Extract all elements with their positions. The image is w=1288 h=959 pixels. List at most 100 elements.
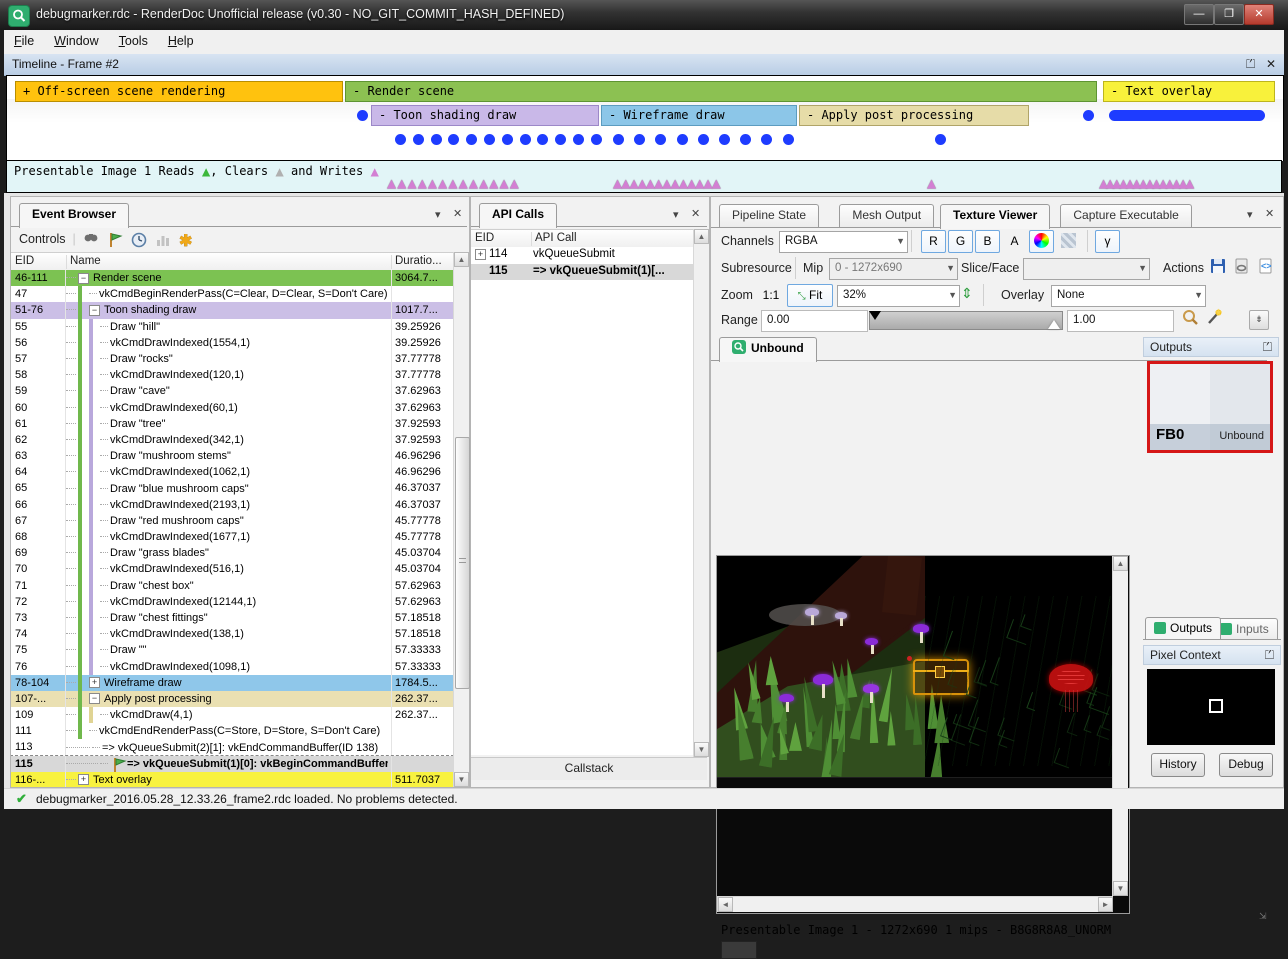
scroll-right-icon[interactable]: ► (1098, 897, 1113, 912)
scroll-up-icon[interactable]: ▲ (1113, 556, 1128, 571)
col-name[interactable]: Name (66, 255, 392, 269)
pin-icon[interactable]: ⏍ (1263, 338, 1272, 357)
scrollbar-thumb[interactable] (455, 437, 470, 689)
sliceface-combo[interactable]: ▼ (1023, 258, 1150, 280)
code-icon[interactable]: <> (1257, 257, 1277, 277)
tab-capture-executable[interactable]: Capture Executable (1060, 204, 1191, 227)
expander-icon[interactable]: + (89, 677, 100, 688)
event-row-115[interactable]: 115=> vkQueueSubmit(1)[0]: vkBeginComman… (11, 756, 453, 772)
pixel-context-view[interactable] (1147, 669, 1275, 745)
viewport-hscrollbar[interactable]: ◄ ► (717, 896, 1113, 912)
magnifier-icon[interactable] (1181, 308, 1201, 328)
panel-menu-icon[interactable]: ▾ (1247, 208, 1253, 221)
range-options-button[interactable]: ⇟ (1249, 310, 1269, 330)
timeline-marker-text-overlay[interactable]: - Text overlay (1103, 81, 1275, 102)
debug-button[interactable]: Debug (1219, 753, 1273, 777)
col-eid[interactable]: EID (471, 232, 532, 246)
timeline-marker-off-screen-scene-rendering[interactable]: + Off-screen scene rendering (15, 81, 343, 102)
menu-window[interactable]: Window (44, 30, 108, 52)
link-icon[interactable] (1233, 257, 1253, 277)
event-row-69[interactable]: 69Draw "grass blades"45.03704 (11, 545, 453, 561)
expander-icon[interactable]: − (89, 693, 100, 704)
scroll-up-icon[interactable]: ▲ (454, 252, 469, 267)
panel-close-icon[interactable]: ✕ (453, 207, 462, 220)
expander-icon[interactable]: + (78, 774, 89, 785)
range-max-input[interactable]: 1.00 (1067, 310, 1174, 332)
event-row-111[interactable]: 111vkCmdEndRenderPass(C=Store, D=Store, … (11, 723, 453, 739)
event-row-70[interactable]: 70vkCmdDrawIndexed(516,1)45.03704 (11, 561, 453, 577)
event-row-67[interactable]: 67Draw "red mushroom caps"45.77778 (11, 513, 453, 529)
event-row-58[interactable]: 58vkCmdDrawIndexed(120,1)37.77778 (11, 367, 453, 383)
event-row-113[interactable]: 113=> vkQueueSubmit(2)[1]: vkEndCommandB… (11, 739, 453, 755)
range-white-handle[interactable] (1048, 320, 1060, 329)
event-row-107-...[interactable]: 107-...−Apply post processing262.37... (11, 691, 453, 707)
close-panel-icon[interactable]: ✕ (1266, 57, 1276, 71)
event-row-47[interactable]: 47vkCmdBeginRenderPass(C=Clear, D=Clear,… (11, 286, 453, 302)
event-row-59[interactable]: 59Draw "cave"37.62963 (11, 383, 453, 399)
api-calls-scrollbar[interactable]: ▲ ▼ (693, 229, 709, 757)
event-row-55[interactable]: 55Draw "hill"39.25926 (11, 319, 453, 335)
event-row-63[interactable]: 63Draw "mushroom stems"46.96296 (11, 448, 453, 464)
panel-close-icon[interactable]: ✕ (691, 207, 700, 220)
panel-menu-icon[interactable]: ▾ (673, 208, 679, 221)
maximize-button[interactable]: ❐ (1214, 4, 1244, 25)
menu-tools[interactable]: Tools (109, 30, 158, 52)
event-row-72[interactable]: 72vkCmdDrawIndexed(12144,1)57.62963 (11, 594, 453, 610)
timeline-marker-apply-post-processing[interactable]: - Apply post processing (799, 105, 1029, 126)
scroll-left-icon[interactable]: ◄ (718, 897, 733, 912)
texture-viewport[interactable]: ▲ ▼ ◄ ► (716, 555, 1130, 914)
event-row-60[interactable]: 60vkCmdDrawIndexed(60,1)37.62963 (11, 400, 453, 416)
tab-texture-viewer[interactable]: Texture Viewer (940, 204, 1050, 229)
event-browser-scrollbar[interactable]: ▲ ▼ (453, 252, 469, 787)
event-row-51-76[interactable]: 51-76−Toon shading draw1017.7... (11, 302, 453, 318)
tab-outputs[interactable]: Outputs (1145, 617, 1221, 639)
event-row-65[interactable]: 65Draw "blue mushroom caps"46.37037 (11, 480, 453, 496)
flip-y-icon[interactable]: ⇕ (961, 285, 973, 302)
minimize-button[interactable]: — (1184, 4, 1214, 25)
menu-help[interactable]: Help (158, 30, 204, 52)
overlay-combo[interactable]: None▼ (1051, 285, 1206, 307)
expander-icon[interactable]: − (89, 305, 100, 316)
col-api-call[interactable]: API Call (531, 232, 693, 246)
range-slider[interactable] (869, 311, 1063, 330)
tab-mesh-output[interactable]: Mesh Output (839, 204, 934, 227)
event-row-56[interactable]: 56vkCmdDrawIndexed(1554,1)39.25926 (11, 335, 453, 351)
stats-icon[interactable] (154, 231, 172, 249)
event-row-64[interactable]: 64vkCmdDrawIndexed(1062,1)46.96296 (11, 464, 453, 480)
history-button[interactable]: History (1151, 753, 1205, 777)
colorwheel-button[interactable] (1029, 230, 1054, 253)
wand-icon[interactable] (1205, 308, 1225, 328)
tab-api-calls[interactable]: API Calls (479, 203, 557, 228)
close-button[interactable]: ✕ (1244, 4, 1274, 25)
menu-file[interactable]: File (4, 30, 44, 52)
clock-icon[interactable] (130, 231, 148, 249)
event-row-66[interactable]: 66vkCmdDrawIndexed(2193,1)46.37037 (11, 497, 453, 513)
event-row-68[interactable]: 68vkCmdDrawIndexed(1677,1)45.77778 (11, 529, 453, 545)
panel-close-icon[interactable]: ✕ (1265, 207, 1274, 220)
event-row-74[interactable]: 74vkCmdDrawIndexed(138,1)57.18518 (11, 626, 453, 642)
scroll-down-icon[interactable]: ▼ (694, 742, 709, 757)
checker-button[interactable] (1056, 230, 1081, 253)
event-row-78-104[interactable]: 78-104+Wireframe draw1784.5... (11, 675, 453, 691)
flag-icon[interactable] (106, 231, 124, 249)
mip-combo[interactable]: 0 - 1272x690▼ (829, 258, 958, 280)
timeline-marker-render-scene[interactable]: - Render scene (345, 81, 1097, 102)
event-row-57[interactable]: 57Draw "rocks"37.77778 (11, 351, 453, 367)
event-row-62[interactable]: 62vkCmdDrawIndexed(342,1)37.92593 (11, 432, 453, 448)
event-row-75[interactable]: 75Draw ""57.33333 (11, 642, 453, 658)
expander-icon[interactable]: − (78, 273, 89, 284)
event-row-76[interactable]: 76vkCmdDrawIndexed(1098,1)57.33333 (11, 659, 453, 675)
channel-r-button[interactable]: R (921, 230, 946, 253)
zoom-fit-button[interactable]: ⤡ Fit (787, 284, 833, 307)
event-row-71[interactable]: 71Draw "chest box"57.62963 (11, 578, 453, 594)
event-row-73[interactable]: 73Draw "chest fittings"57.18518 (11, 610, 453, 626)
channel-a-button[interactable]: A (1002, 230, 1027, 253)
fb0-thumbnail[interactable]: FB0 Unbound (1147, 361, 1273, 453)
zoom-percent-combo[interactable]: 32%▼ (837, 285, 960, 307)
viewport-vscrollbar[interactable]: ▲ ▼ (1112, 556, 1128, 896)
col-duration[interactable]: Duratio... (391, 255, 453, 269)
api-call-row-115[interactable]: 115=> vkQueueSubmit(1)[... (471, 264, 693, 281)
pin-icon[interactable]: ⏍ (1265, 646, 1274, 665)
channel-g-button[interactable]: G (948, 230, 973, 253)
find-icon[interactable] (82, 231, 100, 249)
